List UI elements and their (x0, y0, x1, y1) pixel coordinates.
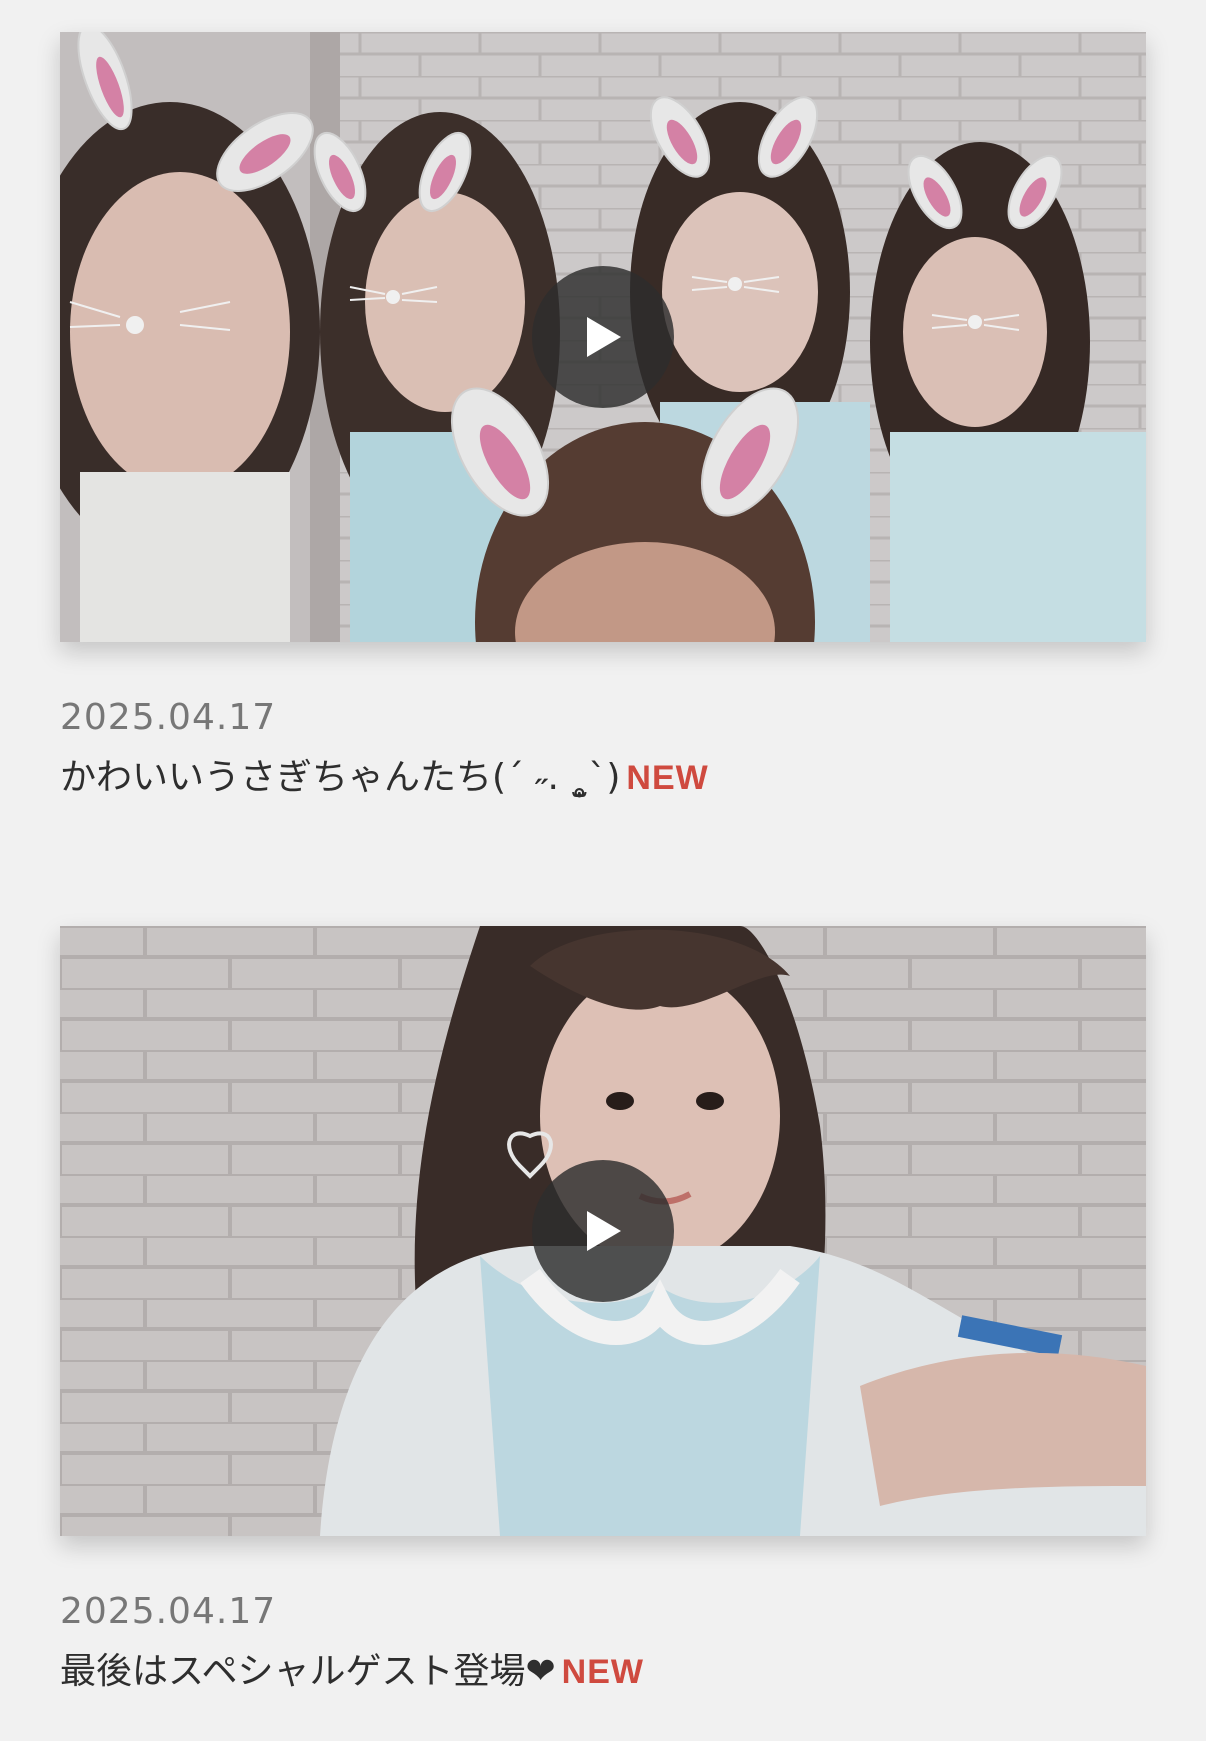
play-icon (587, 1211, 621, 1251)
new-badge: NEW (626, 759, 709, 797)
play-icon (587, 317, 621, 357)
post-card[interactable]: 2025.04.17 かわいいうさぎちゃんたち(ˊ ˶. ˳̫ˋ) NEW (60, 32, 1146, 800)
play-button[interactable] (532, 266, 674, 408)
post-meta: 2025.04.17 最後はスペシャルゲスト登場❤ NEW (60, 1536, 1146, 1694)
post-title[interactable]: かわいいうさぎちゃんたち(ˊ ˶. ˳̫ˋ) (60, 757, 620, 798)
video-thumbnail[interactable] (60, 926, 1146, 1536)
post-meta: 2025.04.17 かわいいうさぎちゃんたち(ˊ ˶. ˳̫ˋ) NEW (60, 642, 1146, 800)
post-title[interactable]: 最後はスペシャルゲスト登場❤ (60, 1651, 556, 1692)
post-title-row[interactable]: 最後はスペシャルゲスト登場❤ NEW (60, 1650, 1146, 1694)
post-title-row[interactable]: かわいいうさぎちゃんたち(ˊ ˶. ˳̫ˋ) NEW (60, 756, 1146, 800)
post-feed: 2025.04.17 かわいいうさぎちゃんたち(ˊ ˶. ˳̫ˋ) NEW 20… (60, 32, 1146, 1694)
play-button[interactable] (532, 1160, 674, 1302)
post-date: 2025.04.17 (60, 1591, 277, 1632)
video-thumbnail[interactable] (60, 32, 1146, 642)
post-card[interactable]: 2025.04.17 最後はスペシャルゲスト登場❤ NEW (60, 926, 1146, 1694)
new-badge: NEW (561, 1653, 644, 1691)
post-date: 2025.04.17 (60, 697, 277, 738)
